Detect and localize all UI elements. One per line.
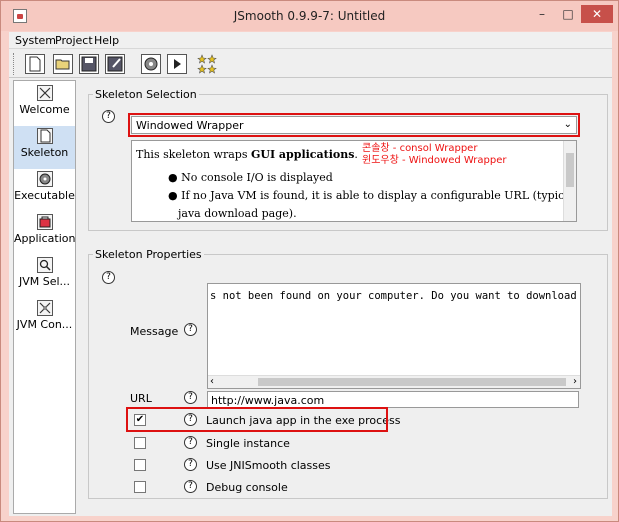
message-scrollbar[interactable]: ‹ › [208,375,580,388]
help-icon[interactable]: ? [184,391,197,404]
jnismooth-checkbox[interactable] [134,459,146,471]
menu-project[interactable]: Project [55,34,93,47]
sidebar-item-skeleton[interactable]: Skeleton [14,126,75,169]
help-icon[interactable]: ? [184,323,197,336]
sidebar-item-label: Executable [14,189,75,202]
chevron-left-icon[interactable]: ‹ [210,376,214,387]
jvm-configuration-icon [36,300,53,316]
description-line: This skeleton wraps GUI applications. [136,148,358,161]
skeleton-icon [36,128,53,144]
message-label: Message [130,325,179,338]
toolbar [9,50,612,78]
new-icon[interactable] [25,54,45,74]
jvm-selection-icon [36,257,53,273]
description-bullet: ● No console I/O is displayed [168,171,333,184]
description-continuation: java download page). [178,207,297,220]
panel-title: Skeleton Selection [93,88,199,101]
skeleton-selection-panel: Skeleton Selection ? Windowed Wrapper ⌄ … [88,88,608,231]
message-input[interactable]: s not been found on your computer. Do yo… [207,283,581,389]
message-text: s not been found on your computer. Do yo… [210,290,581,302]
sidebar-item-label: JVM Con... [16,318,73,331]
compile-icon[interactable] [141,54,161,74]
sidebar-item-label: Skeleton [20,146,69,159]
help-icon[interactable]: ? [102,110,115,123]
save-icon[interactable] [79,54,99,74]
debug-console-checkbox[interactable] [134,481,146,493]
open-icon[interactable] [53,54,73,74]
sidebar-item-label: Welcome [19,103,70,116]
sidebar-item-label: Application [14,232,76,245]
sidebar-item-application[interactable]: Application [14,212,75,255]
single-instance-label: Single instance [206,437,290,450]
sidebar-item-welcome[interactable]: Welcome [14,83,75,126]
panel-title: Skeleton Properties [93,248,204,261]
url-input[interactable]: http://www.java.com [207,391,579,408]
save-as-icon[interactable] [105,54,125,74]
minimize-button[interactable]: – [529,5,555,23]
sidebar: Welcome Skeleton Executable Application … [13,80,76,514]
help-icon[interactable]: ? [184,480,197,493]
welcome-icon [36,85,53,101]
sidebar-item-jvm-selection[interactable]: JVM Sel... [14,255,75,298]
sidebar-item-executable[interactable]: Executable [14,169,75,212]
skeleton-properties-panel: Skeleton Properties ? Message ? s not be… [88,248,608,499]
single-instance-checkbox[interactable] [134,437,146,449]
menu-bar: System Project Help [9,32,612,49]
chevron-right-icon[interactable]: › [573,376,577,387]
executable-icon [36,171,53,187]
menu-help[interactable]: Help [94,34,119,47]
scrollbar-thumb[interactable] [566,153,574,187]
help-icon[interactable]: ? [184,458,197,471]
help-icon[interactable]: ? [184,436,197,449]
title-bar[interactable]: JSmooth 0.9.9-7: Untitled – □ ✕ [1,1,618,31]
skeleton-description: This skeleton wraps GUI applications. ● … [131,140,577,222]
sidebar-item-jvm-configuration[interactable]: JVM Con... [14,298,75,341]
jnismooth-label: Use JNISmooth classes [206,459,331,472]
close-button[interactable]: ✕ [581,5,613,23]
highlight-box [126,407,388,432]
toolbar-grip[interactable] [13,53,15,75]
scrollbar-thumb[interactable] [258,378,566,386]
description-bullet: ● If no Java VM is found, it is able to … [168,189,577,202]
run-icon[interactable] [167,54,187,74]
debug-console-label: Debug console [206,481,288,494]
description-scrollbar[interactable] [563,141,576,221]
client-area: System Project Help Welcome Skeleton Exe… [9,32,612,516]
help-icon[interactable]: ? [102,271,115,284]
url-label: URL [130,392,152,405]
menu-system[interactable]: System [15,34,56,47]
about-icon[interactable] [197,54,217,74]
application-icon [36,214,53,230]
annotation-windowed: 윈도우창 - Windowed Wrapper [362,155,507,166]
sidebar-item-label: JVM Sel... [18,275,71,288]
highlight-box [128,113,580,137]
maximize-button[interactable]: □ [555,5,581,23]
application-window: JSmooth 0.9.9-7: Untitled – □ ✕ System P… [0,0,619,522]
window-title: JSmooth 0.9.9-7: Untitled [233,9,386,23]
